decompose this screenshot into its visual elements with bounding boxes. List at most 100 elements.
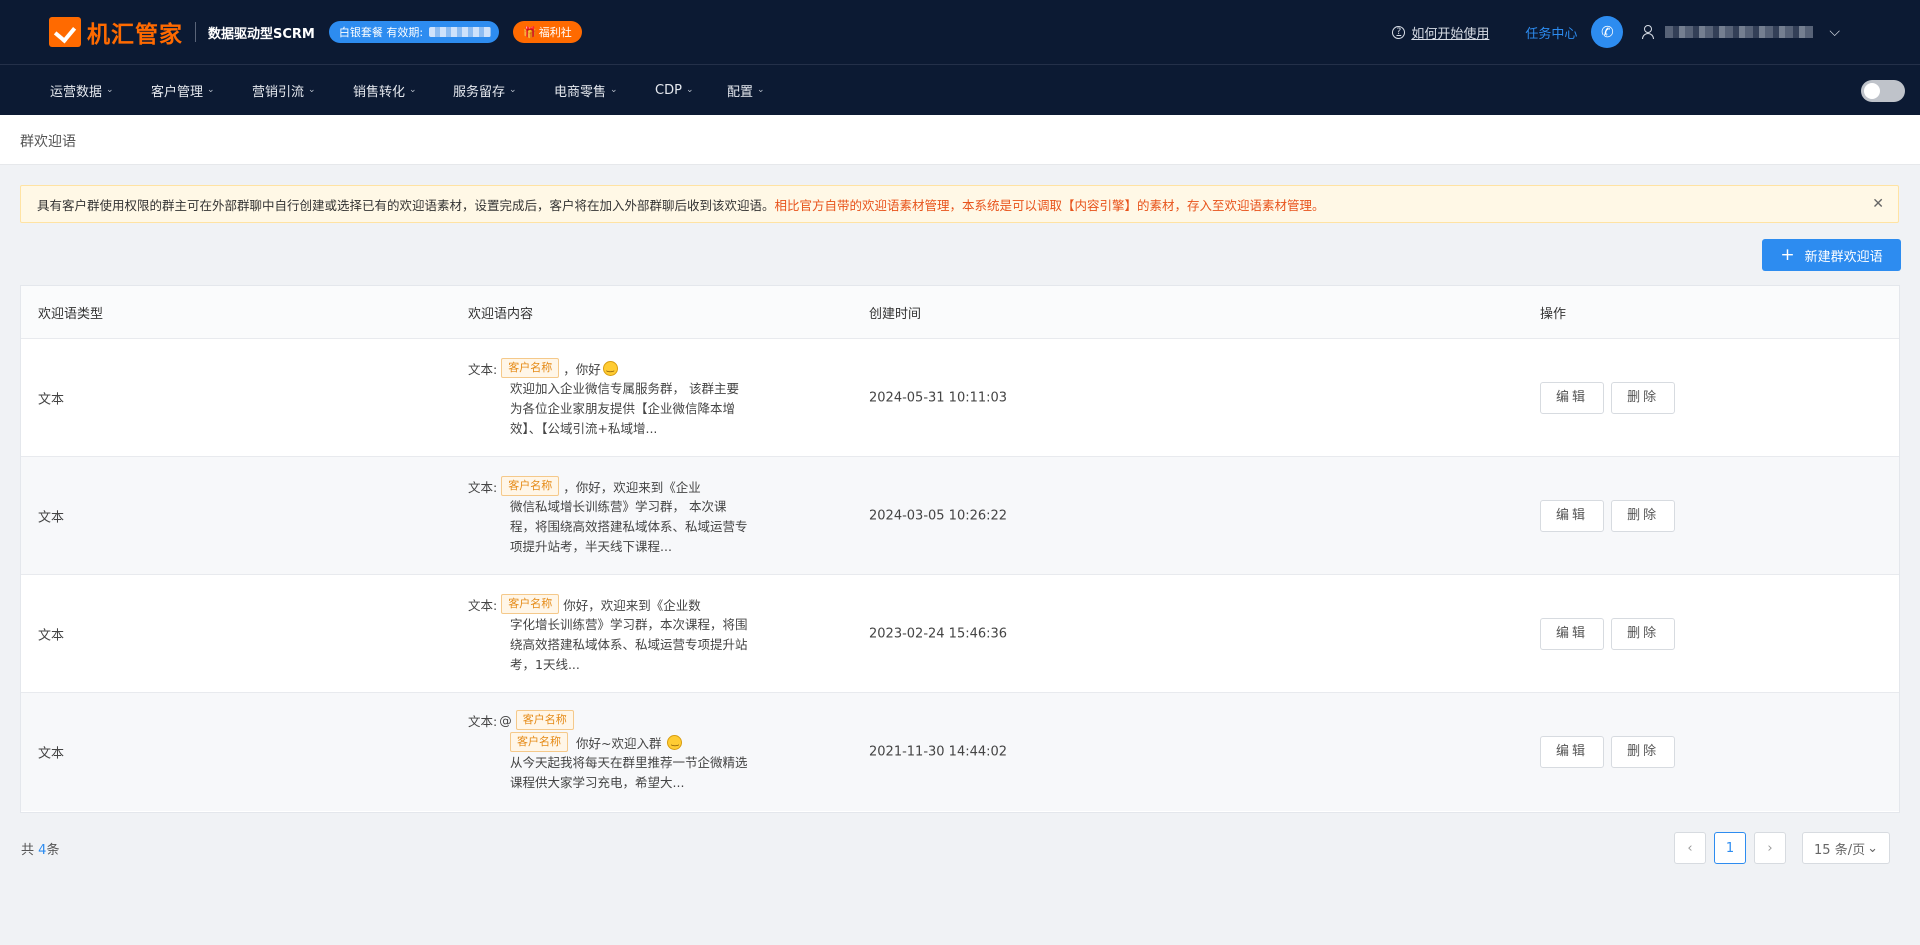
page-1-button[interactable]: 1 bbox=[1714, 832, 1746, 864]
header-time: 创建时间 bbox=[869, 306, 922, 322]
nav-item-ecommerce[interactable]: 电商零售 ⌄ bbox=[554, 81, 618, 100]
customer-name-tag: 客户名称 bbox=[501, 358, 560, 378]
row-content: 文本: 客户名称 ，你好，欢迎来到《企业 微信私域增长训练营》学习群， 本次课程… bbox=[468, 475, 768, 557]
welfare-label: 福利社 bbox=[538, 26, 572, 39]
row-actions: 编辑 删除 bbox=[1540, 736, 1678, 768]
chevron-down-icon: ⌄ bbox=[409, 85, 417, 95]
package-badge[interactable]: 白银套餐 有效期: bbox=[328, 21, 500, 43]
content-body: 字化增长训练营》学习群，本次课程，将围绕高效搭建私域体系、私域运营专项提升站考，… bbox=[510, 617, 748, 672]
header-type: 欢迎语类型 bbox=[38, 306, 104, 322]
nav-label: 电商零售 bbox=[554, 84, 607, 100]
help-link[interactable]: ? 如何开始使用 bbox=[1392, 23, 1489, 42]
chevron-down-icon: ⌄ bbox=[207, 85, 215, 95]
row-content: 文本: 客户名称 ，你好 ‿ 欢迎加入企业微信专属服务群， 该群主要为各位企业家… bbox=[468, 357, 768, 439]
nav-label: 营销引流 bbox=[252, 84, 305, 100]
total-suffix: 条 bbox=[46, 843, 60, 858]
table-header: 欢迎语类型 欢迎语内容 创建时间 操作 bbox=[21, 286, 1899, 339]
table-row: 文本 文本: @ 客户名称 客户名称 你好~欢迎入群 ‿ 从今天起我将每天在群里… bbox=[21, 693, 1899, 811]
smile-emoji-icon: ‿ bbox=[667, 734, 683, 750]
nav-label: CDP bbox=[655, 82, 682, 98]
row-content: 文本: 客户名称 你好，欢迎来到《企业数 字化增长训练营》学习群，本次课程，将围… bbox=[468, 593, 768, 675]
plus-icon: + bbox=[1780, 244, 1795, 265]
nav-item-retention[interactable]: 服务留存 ⌄ bbox=[453, 81, 517, 100]
main-nav: 运营数据 ⌄ 客户管理 ⌄ 营销引流 ⌄ 销售转化 ⌄ 服务留存 ⌄ 电商零售 ⌄ CDP ⌄… bbox=[0, 64, 1920, 115]
edit-button[interactable]: 编辑 bbox=[1540, 736, 1604, 768]
page-title: 群欢迎语 bbox=[20, 134, 76, 150]
row-time: 2023-02-24 15:46:36 bbox=[869, 626, 1008, 641]
text-prefix: 文本: bbox=[468, 479, 498, 495]
nav-item-customers[interactable]: 客户管理 ⌄ bbox=[151, 81, 215, 100]
notice-text: 具有客户群使用权限的群主可在外部群聊中自行创建或选择已有的欢迎语素材，设置完成后… bbox=[37, 197, 775, 213]
row-type: 文本 bbox=[38, 628, 65, 643]
chevron-down-icon: ⌄ bbox=[1867, 840, 1878, 856]
close-icon[interactable]: ✕ bbox=[1872, 196, 1884, 212]
chevron-down-icon: ⌄ bbox=[106, 85, 114, 95]
help-label: 如何开始使用 bbox=[1411, 26, 1490, 42]
page-size-select[interactable]: 15 条/页 ⌄ bbox=[1802, 832, 1890, 864]
logo-divider bbox=[195, 22, 196, 42]
next-page-button[interactable]: › bbox=[1754, 832, 1786, 864]
delete-button[interactable]: 删除 bbox=[1611, 499, 1676, 532]
logo-text: 机汇管家 bbox=[87, 22, 183, 48]
text-prefix: 文本: bbox=[468, 361, 498, 377]
task-center-link[interactable]: 任务中心 bbox=[1525, 23, 1577, 42]
page-size-label: 15 条/页 bbox=[1814, 842, 1866, 858]
delete-button[interactable]: 删除 bbox=[1611, 736, 1676, 768]
content-line1: @ bbox=[499, 712, 512, 728]
edit-button[interactable]: 编辑 bbox=[1540, 617, 1604, 650]
customer-name-tag: 客户名称 bbox=[515, 710, 574, 730]
row-content: 文本: @ 客户名称 客户名称 你好~欢迎入群 ‿ 从今天起我将每天在群里推荐一… bbox=[468, 709, 768, 793]
nav-item-cdp[interactable]: CDP ⌄ bbox=[655, 83, 693, 98]
nav-label: 运营数据 bbox=[50, 84, 103, 100]
theme-toggle[interactable] bbox=[1861, 80, 1905, 102]
nav-label: 配置 bbox=[727, 84, 754, 100]
prev-page-button[interactable]: ‹ bbox=[1674, 832, 1706, 864]
nav-item-sales[interactable]: 销售转化 ⌄ bbox=[353, 81, 417, 100]
chevron-down-icon: ⌄ bbox=[610, 85, 618, 95]
edit-button[interactable]: 编辑 bbox=[1540, 499, 1604, 532]
delete-button[interactable]: 删除 bbox=[1611, 381, 1676, 414]
username-redacted[interactable] bbox=[1665, 26, 1814, 38]
row-time: 2024-05-31 10:11:03 bbox=[869, 390, 1008, 405]
nav-item-ops-data[interactable]: 运营数据 ⌄ bbox=[50, 81, 114, 100]
welfare-badge[interactable]: 🎁 福利社 bbox=[513, 21, 582, 43]
info-notice: 具有客户群使用权限的群主可在外部群聊中自行创建或选择已有的欢迎语素材，设置完成后… bbox=[20, 185, 1899, 223]
content-body: 欢迎加入企业微信专属服务群， 该群主要为各位企业家朋友提供【企业微信降本增效】、… bbox=[510, 381, 739, 436]
nav-item-marketing[interactable]: 营销引流 ⌄ bbox=[252, 81, 316, 100]
row-actions: 编辑 删除 bbox=[1540, 499, 1678, 532]
nav-item-config[interactable]: 配置 ⌄ bbox=[727, 81, 765, 100]
table-row: 文本 文本: 客户名称 你好，欢迎来到《企业数 字化增长训练营》学习群，本次课程… bbox=[21, 575, 1899, 693]
nav-label: 客户管理 bbox=[151, 84, 204, 100]
logo-icon bbox=[49, 17, 81, 47]
logo[interactable]: 机汇管家 数据驱动型SCRM bbox=[49, 15, 315, 49]
total-count: 共 4条 bbox=[21, 839, 59, 858]
user-icon bbox=[1641, 25, 1655, 39]
phone-button[interactable]: ✆ bbox=[1591, 16, 1624, 48]
row-time: 2021-11-30 14:44:02 bbox=[869, 744, 1008, 760]
customer-name-tag: 客户名称 bbox=[501, 594, 560, 614]
content-body: 从今天起我将每天在群里推荐一节企微精选课程供大家学习充电，希望大... bbox=[510, 755, 748, 790]
text-prefix: 文本: bbox=[468, 713, 498, 729]
chevron-down-icon[interactable]: ⌵ bbox=[1829, 24, 1840, 40]
top-header: 机汇管家 数据驱动型SCRM 白银套餐 有效期: 🎁 福利社 ? 如何开始使用 … bbox=[0, 0, 1920, 64]
content-line1: ，你好，欢迎来到《企业 bbox=[563, 479, 701, 495]
package-expiry-redacted bbox=[429, 27, 492, 37]
new-welcome-button[interactable]: + 新建群欢迎语 bbox=[1762, 239, 1901, 271]
chevron-right-icon: › bbox=[1767, 840, 1773, 856]
chevron-left-icon: ‹ bbox=[1687, 840, 1693, 856]
breadcrumb-bar: 群欢迎语 bbox=[0, 115, 1920, 165]
question-icon: ? bbox=[1392, 25, 1406, 39]
total-prefix: 共 bbox=[21, 843, 35, 858]
nav-label: 服务留存 bbox=[453, 84, 506, 100]
row-type: 文本 bbox=[38, 510, 65, 525]
text-prefix: 文本: bbox=[468, 597, 498, 613]
chevron-down-icon: ⌄ bbox=[685, 85, 694, 95]
edit-button[interactable]: 编辑 bbox=[1540, 381, 1604, 414]
row-time: 2024-03-05 10:26:22 bbox=[869, 508, 1008, 523]
chevron-down-icon: ⌄ bbox=[757, 85, 765, 95]
gift-icon: 🎁 bbox=[523, 25, 537, 39]
package-label: 白银套餐 有效期: bbox=[338, 26, 424, 39]
delete-button[interactable]: 删除 bbox=[1611, 617, 1676, 650]
phone-icon: ✆ bbox=[1601, 23, 1614, 41]
customer-name-tag: 客户名称 bbox=[510, 732, 568, 752]
